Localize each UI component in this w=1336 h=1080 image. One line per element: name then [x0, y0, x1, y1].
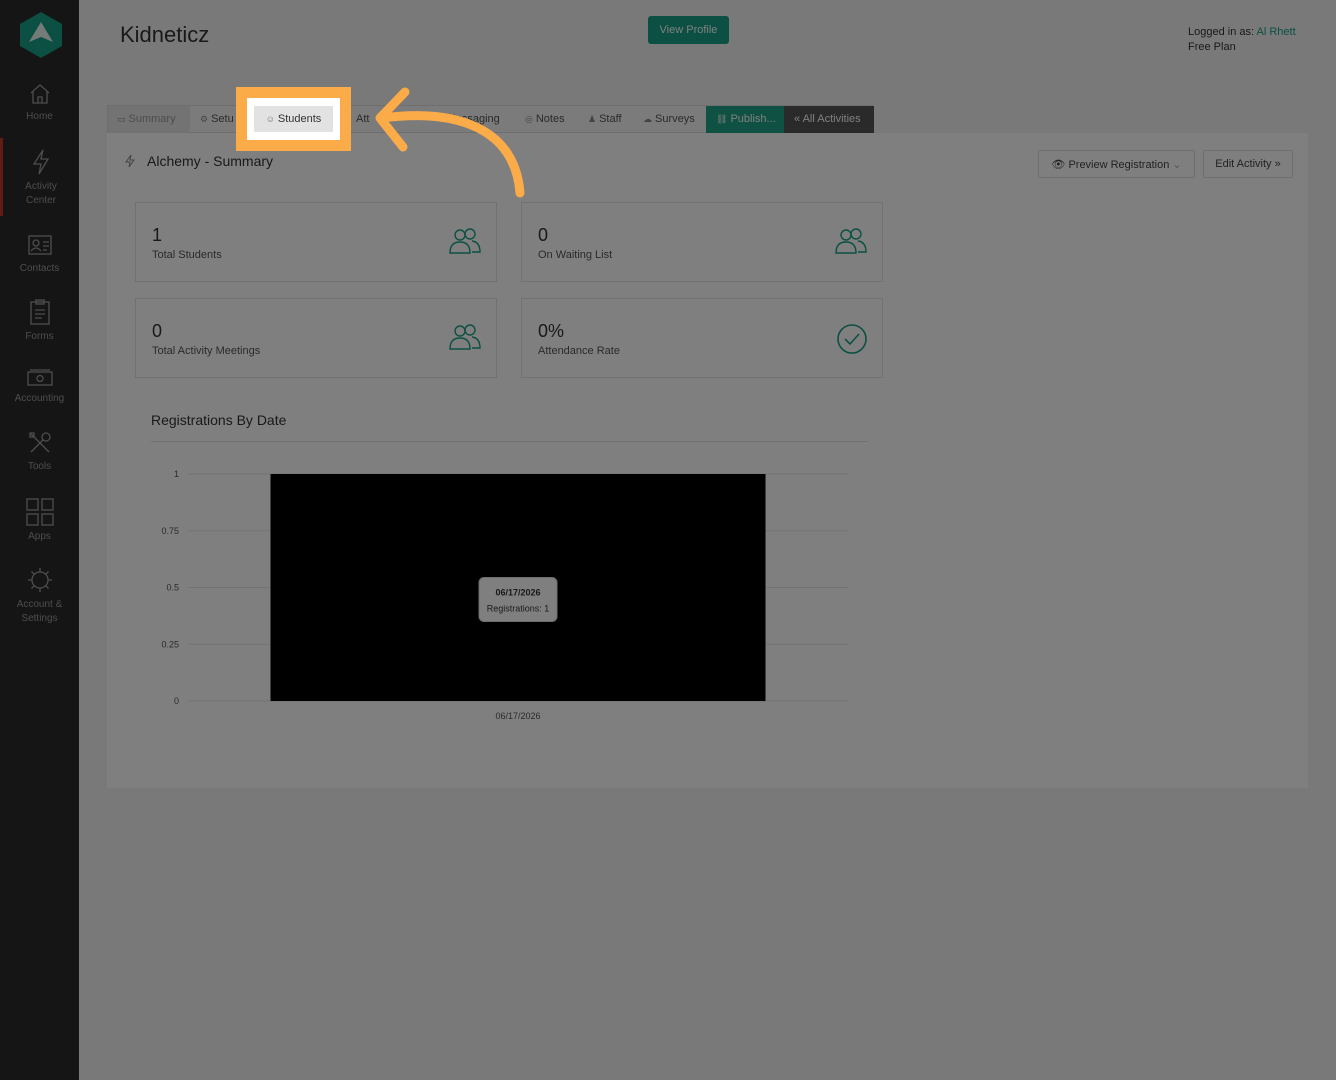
sidebar-item-label: Home — [26, 111, 53, 122]
y-tick-label: 0 — [174, 696, 179, 706]
staff-icon: ♟ — [588, 114, 597, 124]
sidebar: Home Activity Center Contacts Forms Acco… — [0, 0, 79, 1080]
sidebar-item-label: Forms — [25, 331, 54, 342]
login-info: Logged in as: Al Rhett Free Plan — [1188, 25, 1296, 55]
org-name: Kidneticz — [120, 22, 210, 47]
tab-staff[interactable]: ♟ Staff — [588, 106, 630, 133]
sidebar-item-forms[interactable]: Forms — [0, 298, 79, 344]
y-tick-label: 0.5 — [166, 583, 179, 593]
sidebar-item-accounting[interactable]: Accounting — [0, 368, 79, 406]
sidebar-item-label: Tools — [27, 461, 52, 472]
tab-notes[interactable]: ◎ Notes — [525, 106, 573, 133]
sidebar-item-label: Contacts — [19, 263, 60, 274]
tools-icon — [28, 432, 51, 453]
gear-icon — [27, 568, 52, 592]
sidebar-item-account-settings[interactable]: Account & Settings — [0, 566, 79, 626]
sidebar-item-label: Account & Settings — [16, 599, 63, 624]
logged-in-label: Logged in as: — [1188, 26, 1255, 38]
tab-surveys[interactable]: ☁ Surveys — [643, 106, 703, 133]
link-icon: ⛓ — [716, 114, 728, 124]
view-profile-button[interactable]: View Profile — [648, 16, 729, 44]
tooltip-text: Registrations: 1 — [487, 604, 550, 614]
x-tick-label: 06/17/2026 — [495, 711, 540, 721]
sidebar-item-contacts[interactable]: Contacts — [0, 232, 79, 276]
sidebar-item-label: Apps — [28, 531, 51, 542]
all-activities-link[interactable]: « All Activities — [784, 106, 874, 133]
tab-setup[interactable]: ⚙ Setu — [200, 106, 240, 133]
tab-summary[interactable]: ▭ Summary — [108, 106, 190, 133]
main-content: Kidneticz View Profile Logged in as: Al … — [79, 0, 1336, 1080]
messaging-icon: ✉ — [436, 114, 444, 124]
sidebar-item-label: Activity Center — [25, 181, 57, 206]
contacts-icon — [27, 235, 52, 255]
tab-publish[interactable]: ⛓ Publish... — [706, 106, 784, 133]
app-logo[interactable] — [20, 12, 62, 58]
sidebar-item-home[interactable]: Home — [0, 82, 79, 124]
home-icon — [30, 84, 49, 104]
sidebar-item-label: Accounting — [14, 393, 65, 404]
setup-icon: ⚙ — [200, 114, 209, 124]
summary-panel: Alchemy - Summary 👁 Preview Registration… — [107, 133, 1308, 788]
tab-messaging[interactable]: ✉ Messaging — [436, 106, 508, 133]
notes-icon: ◎ — [525, 114, 533, 124]
registrations-chart: 1 0.75 0.5 0.25 0 06/17/2026 06/17/2026 Registr… — [161, 469, 848, 721]
tab-attendance[interactable]: Att — [356, 106, 386, 133]
sidebar-item-apps[interactable]: Apps — [0, 498, 79, 544]
cloud-icon: ☁ — [643, 114, 652, 124]
highlight-frame — [236, 87, 351, 151]
sidebar-item-tools[interactable]: Tools — [0, 430, 79, 474]
tooltip-box — [478, 577, 558, 622]
y-tick-label: 0.25 — [161, 639, 179, 649]
y-tick-label: 1 — [174, 469, 179, 479]
bolt-icon — [32, 149, 50, 175]
activity-tabs: ▭Summary ⚙Setu ☺Students Att ✉Messaging … — [107, 105, 874, 133]
forms-icon — [29, 299, 50, 325]
apps-icon — [25, 498, 54, 526]
tooltip-title: 06/17/2026 — [495, 588, 540, 598]
sidebar-item-activity-center[interactable]: Activity Center — [0, 138, 79, 216]
plan-label: Free Plan — [1188, 41, 1236, 53]
money-icon — [26, 369, 53, 386]
user-link[interactable]: Al Rhett — [1257, 26, 1296, 38]
summary-icon: ▭ — [117, 114, 126, 124]
y-tick-label: 0.75 — [161, 526, 179, 536]
